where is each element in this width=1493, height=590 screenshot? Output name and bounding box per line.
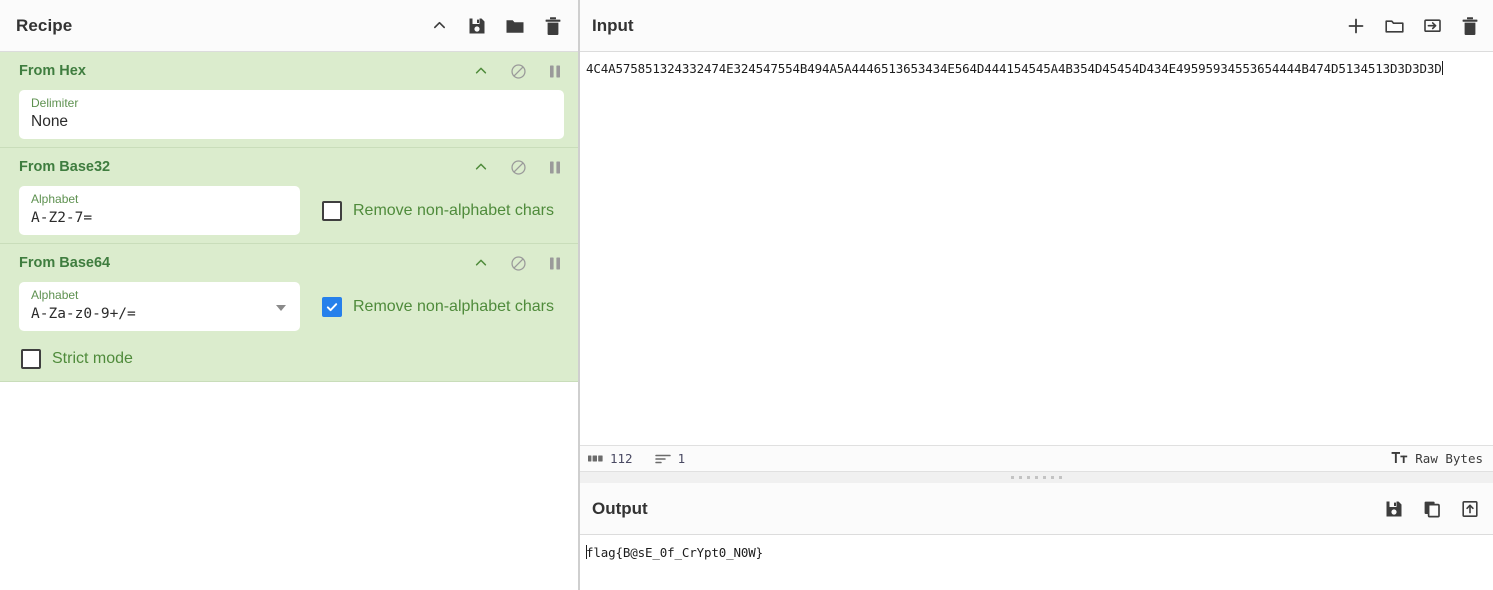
operation-body: Alphabet A-Z2-7= Remove non-alphabet cha… (0, 186, 578, 235)
delimiter-field[interactable]: Delimiter None (19, 90, 564, 139)
save-output-icon[interactable] (1383, 498, 1405, 520)
operation-breakpoint-pause-icon[interactable] (546, 62, 564, 80)
operation-controls (472, 62, 564, 80)
remove-non-alphabet-chars-checkbox-row[interactable]: Remove non-alphabet chars (322, 200, 554, 221)
splitter-dot (1051, 476, 1054, 479)
operation-disable-icon[interactable] (509, 158, 527, 176)
operation-title: From Base64 (19, 255, 111, 271)
collapse-chevron-icon[interactable] (428, 15, 450, 37)
operation-breakpoint-pause-icon[interactable] (546, 158, 564, 176)
alphabet-field-label: Alphabet (31, 192, 79, 206)
splitter-dot (1019, 476, 1022, 479)
input-length-stat: 112 (588, 451, 633, 466)
io-splitter-handle[interactable] (580, 472, 1493, 483)
remove-non-alphabet-chars-label[interactable]: Remove non-alphabet chars (353, 298, 554, 316)
cyberchef-app: Recipe From Hex Delimiter None From Base… (0, 0, 1493, 590)
clear-recipe-icon[interactable] (542, 15, 564, 37)
operation-breakpoint-pause-icon[interactable] (546, 254, 564, 272)
load-recipe-icon[interactable] (504, 15, 526, 37)
input-encoding-selector[interactable]: Raw Bytes (1391, 451, 1483, 467)
input-title: Input (592, 15, 634, 35)
alphabet-select-value: A-Za-z0-9+/= (31, 306, 136, 322)
copy-output-icon[interactable] (1421, 498, 1443, 520)
operation-title: From Hex (19, 63, 86, 79)
line-count-icon (654, 453, 671, 465)
open-folder-as-input-icon[interactable] (1383, 15, 1405, 37)
input-editor[interactable]: 4C4A575851324332474E324547554B494A5A4446… (580, 52, 1493, 445)
splitter-dot (1035, 476, 1038, 479)
output-text: flag{B@sE_0f_CrYpt0_N0W} (586, 544, 1487, 562)
operation-collapse-chevron-icon[interactable] (472, 254, 490, 272)
add-input-tab-icon[interactable] (1345, 15, 1367, 37)
operation-arg-row: Alphabet A-Z2-7= Remove non-alphabet cha… (19, 186, 562, 235)
alphabet-field[interactable]: Alphabet A-Z2-7= (19, 186, 300, 235)
output-editor[interactable]: flag{B@sE_0f_CrYpt0_N0W} (580, 535, 1493, 590)
input-value: 4C4A575851324332474E324547554B494A5A4446… (586, 61, 1442, 76)
operation-disable-icon[interactable] (509, 254, 527, 272)
operation-title: From Base32 (19, 159, 111, 175)
replace-input-with-output-icon[interactable] (1459, 498, 1481, 520)
remove-non-alphabet-chars-checkbox-row[interactable]: Remove non-alphabet chars (322, 296, 554, 317)
input-caret (1441, 61, 1443, 75)
output-value: flag{B@sE_0f_CrYpt0_N0W} (586, 545, 764, 560)
splitter-dot (1027, 476, 1030, 479)
operation-collapse-chevron-icon[interactable] (472, 158, 490, 176)
io-panel: Input 4C4A575851324332474E324547554B494A… (580, 0, 1493, 590)
operation-header: From Hex (0, 52, 578, 90)
recipe-operation-from-base32[interactable]: From Base32 Alphabet A-Z2-7= Remove non-… (0, 148, 578, 244)
remove-non-alphabet-chars-checkbox[interactable] (322, 200, 342, 221)
operation-body: Alphabet A-Za-z0-9+/= Remove non-alphabe… (0, 282, 578, 369)
remove-non-alphabet-chars-checkbox[interactable] (322, 296, 342, 317)
input-length-value: 112 (610, 451, 633, 466)
input-header: Input (580, 0, 1493, 52)
alphabet-select-label: Alphabet (31, 288, 79, 302)
strict-mode-checkbox[interactable] (21, 349, 41, 369)
operation-controls (472, 254, 564, 272)
alphabet-field-value: A-Z2-7= (31, 210, 93, 226)
output-title: Output (592, 498, 648, 518)
operation-header: From Base64 (0, 244, 578, 282)
splitter-dot (1043, 476, 1046, 479)
operation-arg-row: Alphabet A-Za-z0-9+/= Remove non-alphabe… (19, 282, 562, 331)
output-header: Output (580, 483, 1493, 535)
delimiter-field-label: Delimiter (31, 96, 79, 110)
chevron-down-icon[interactable] (276, 304, 286, 311)
input-status-bar: 112 1 Raw Bytes (580, 445, 1493, 472)
operation-disable-icon[interactable] (509, 62, 527, 80)
recipe-operation-from-base64[interactable]: From Base64 Alphabet A-Za-z0-9+/= Remove… (0, 244, 578, 382)
input-header-actions (1345, 15, 1481, 37)
remove-non-alphabet-chars-label[interactable]: Remove non-alphabet chars (353, 202, 554, 220)
character-count-icon (588, 453, 603, 464)
delimiter-field-value: None (31, 113, 69, 130)
splitter-dot (1011, 476, 1014, 479)
operation-body: Delimiter None (0, 90, 578, 139)
output-panel: Output flag{B@sE_0f_CrYpt0_N0W} (580, 483, 1493, 590)
font-format-icon (1391, 451, 1408, 467)
recipe-operation-from-hex[interactable]: From Hex Delimiter None (0, 52, 578, 148)
recipe-header-actions (428, 15, 564, 37)
recipe-header: Recipe (0, 0, 578, 52)
operation-collapse-chevron-icon[interactable] (472, 62, 490, 80)
alphabet-select[interactable]: Alphabet A-Za-z0-9+/= (19, 282, 300, 331)
strict-mode-label[interactable]: Strict mode (52, 350, 133, 368)
input-gutter (580, 52, 583, 445)
input-encoding-label: Raw Bytes (1415, 451, 1483, 466)
recipe-operation-list: From Hex Delimiter None From Base32 Alph… (0, 52, 578, 590)
recipe-title: Recipe (16, 15, 73, 35)
open-file-as-input-icon[interactable] (1421, 15, 1443, 37)
operation-header: From Base32 (0, 148, 578, 186)
input-text[interactable]: 4C4A575851324332474E324547554B494A5A4446… (586, 60, 1487, 78)
output-header-actions (1383, 498, 1481, 520)
input-lines-value: 1 (677, 451, 686, 466)
save-recipe-icon[interactable] (466, 15, 488, 37)
clear-input-icon[interactable] (1459, 15, 1481, 37)
operation-controls (472, 158, 564, 176)
splitter-dot (1059, 476, 1062, 479)
input-lines-stat: 1 (654, 451, 686, 466)
strict-mode-checkbox-row[interactable]: Strict mode (19, 349, 562, 369)
recipe-panel: Recipe From Hex Delimiter None From Base… (0, 0, 580, 590)
